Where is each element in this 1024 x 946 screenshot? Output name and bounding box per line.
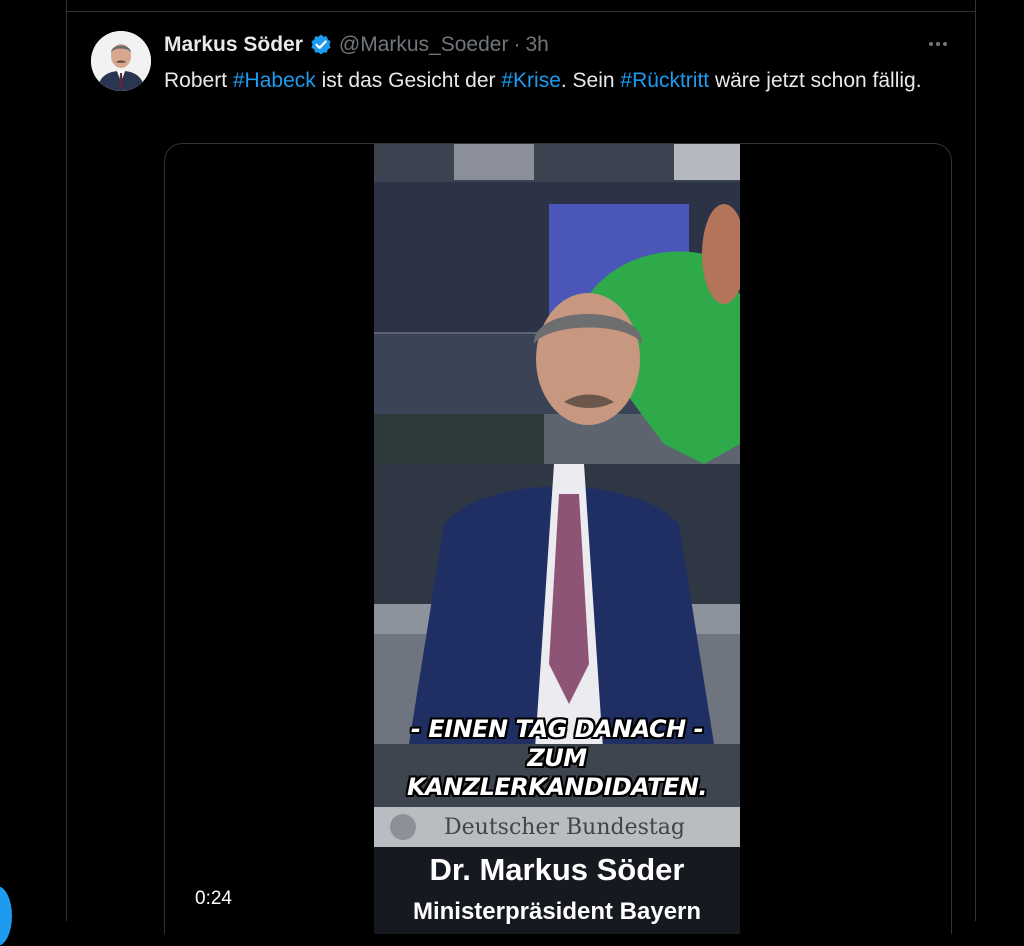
tweet-text-part: wäre jetzt schon fällig. <box>709 69 922 92</box>
tweet-text-part: Robert <box>164 69 233 92</box>
tweet-header: Markus Söder @Markus_Soeder · 3h <box>164 32 549 58</box>
video-frame[interactable]: - EINEN TAG DANACH - ZUM KANZLERKANDIDAT… <box>374 144 740 934</box>
avatar[interactable] <box>91 31 151 91</box>
tweet[interactable]: Markus Söder @Markus_Soeder · 3h Robert … <box>66 12 975 934</box>
tweet-text-part: ist das Gesicht der <box>315 69 502 92</box>
author-name[interactable]: Markus Söder <box>164 33 303 57</box>
hashtag-krise[interactable]: #Krise <box>501 69 561 92</box>
more-options-icon[interactable] <box>924 32 952 56</box>
author-handle[interactable]: @Markus_Soeder <box>339 33 509 57</box>
hashtag-habeck[interactable]: #Habeck <box>233 69 316 92</box>
tweet-text-part: . Sein <box>560 69 621 92</box>
right-column-border <box>975 0 976 921</box>
video-player[interactable]: - EINEN TAG DANACH - ZUM KANZLERKANDIDAT… <box>164 143 952 934</box>
caption-line-3: KANZLERKANDIDATEN. <box>406 773 708 801</box>
hashtag-ruecktritt[interactable]: #Rücktritt <box>620 69 709 92</box>
lower-third-org: Deutscher Bundestag <box>444 815 685 840</box>
caption-line-1: - EINEN TAG DANACH - <box>410 715 704 743</box>
bundestag-eagle-icon <box>390 814 416 840</box>
tweet-text: Robert #Habeck ist das Gesicht der #Kris… <box>164 65 924 96</box>
caption-line-2: ZUM <box>527 744 587 772</box>
verified-badge-icon <box>309 33 333 57</box>
header-separator: · <box>513 33 521 56</box>
floating-action-button[interactable] <box>0 886 12 946</box>
lower-third-name: Dr. Markus Söder <box>429 852 685 887</box>
tweet-time[interactable]: 3h <box>525 33 548 57</box>
lower-third-role: Ministerpräsident Bayern <box>412 898 702 925</box>
video-duration: 0:24 <box>195 888 232 909</box>
